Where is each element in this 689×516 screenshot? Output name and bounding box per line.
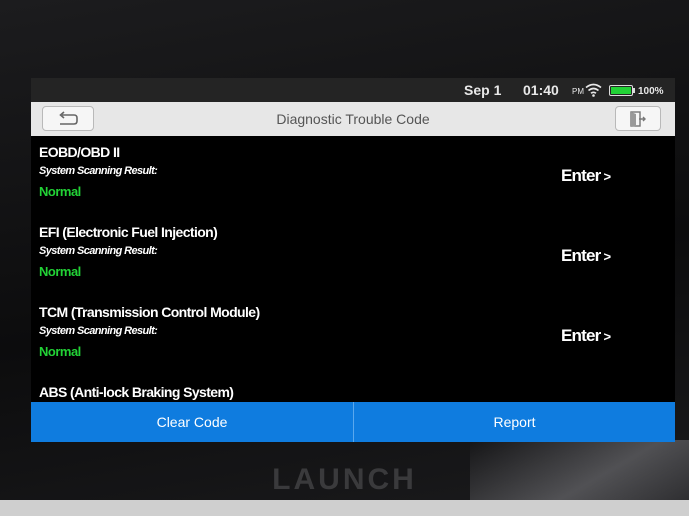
exit-door-icon: [630, 110, 646, 127]
scan-status: Normal: [39, 184, 81, 199]
scan-result-label: System Scanning Result:: [39, 325, 158, 337]
status-time: 01:40: [523, 82, 559, 98]
system-row-abs[interactable]: ABS (Anti-lock Braking System): [31, 376, 675, 402]
system-name: EFI (Electronic Fuel Injection): [39, 224, 218, 240]
battery-percentage: 100%: [638, 86, 664, 97]
system-row-efi[interactable]: EFI (Electronic Fuel Injection) System S…: [31, 216, 675, 296]
system-row-tcm[interactable]: TCM (Transmission Control Module) System…: [31, 296, 675, 376]
status-bar: Sep 1 01:40 PM 100%: [31, 78, 675, 102]
scan-status: Normal: [39, 264, 81, 279]
page-title: Diagnostic Trouble Code: [276, 111, 430, 127]
scan-result-label: System Scanning Result:: [39, 245, 158, 257]
wifi-icon: [585, 83, 602, 102]
battery-icon: [609, 85, 633, 96]
scan-result-label: System Scanning Result:: [39, 165, 158, 177]
bottom-action-bar: Clear Code Report: [31, 402, 675, 442]
status-ampm: PM: [572, 87, 584, 96]
enter-label: Enter: [561, 166, 601, 185]
system-name: ABS (Anti-lock Braking System): [39, 384, 234, 400]
bezel-bottom-edge: [0, 500, 689, 516]
enter-button[interactable]: Enter >: [561, 246, 611, 266]
title-bar: Diagnostic Trouble Code: [31, 102, 675, 136]
exit-button[interactable]: [615, 106, 661, 131]
launch-logo: LAUNCH: [272, 463, 417, 496]
scan-status: Normal: [39, 344, 81, 359]
enter-button[interactable]: Enter >: [561, 166, 611, 186]
chevron-right-icon: >: [603, 169, 611, 184]
system-row-eobd[interactable]: EOBD/OBD II System Scanning Result: Norm…: [31, 136, 675, 216]
enter-label: Enter: [561, 326, 601, 345]
system-name: TCM (Transmission Control Module): [39, 304, 260, 320]
chevron-right-icon: >: [603, 329, 611, 344]
battery-tip: [633, 88, 635, 93]
clear-code-button[interactable]: Clear Code: [31, 402, 353, 442]
report-button[interactable]: Report: [354, 402, 675, 442]
chevron-right-icon: >: [603, 249, 611, 264]
system-list: EOBD/OBD II System Scanning Result: Norm…: [31, 136, 675, 402]
device-screen: Sep 1 01:40 PM 100% Diagnostic Trouble C…: [31, 78, 675, 442]
enter-button[interactable]: Enter >: [561, 326, 611, 346]
system-name: EOBD/OBD II: [39, 144, 120, 160]
enter-label: Enter: [561, 246, 601, 265]
status-date: Sep 1: [464, 82, 502, 98]
